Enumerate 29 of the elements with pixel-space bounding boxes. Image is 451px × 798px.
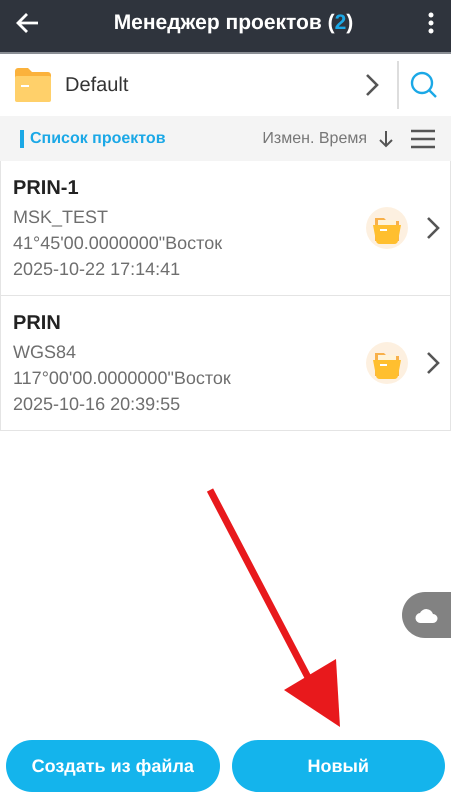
folder-icon [15,68,51,102]
chevron-icon[interactable] [426,351,440,375]
folder-icon [366,342,408,384]
menu-button[interactable] [411,128,435,148]
folder-icon [366,207,408,249]
list-title: Список проектов [20,130,262,148]
coordinate-system: WGS84 [13,342,78,362]
search-button[interactable] [409,70,439,100]
central-meridian: 117°00'00.0000000"Восток [13,368,232,388]
more-button[interactable] [427,11,435,35]
project-name: PRIN [13,312,62,334]
sort-label[interactable]: Измен. Время [262,130,367,148]
central-meridian: 41°45'00.0000000"Восток [13,232,224,254]
cloud-button[interactable] [402,592,451,638]
sort-direction-button[interactable] [379,130,393,148]
project-item[interactable]: PRIN-1 MSK_TEST 41°45'00.0000000"Восток 2025-10-22 17:14:41 [1,161,450,296]
cloud-icon [414,606,438,624]
back-button[interactable] [16,12,40,34]
window-title: Менеджер проектов (2) [112,11,354,35]
action-button[interactable]: Создать из файла [6,740,220,792]
folder-name: Default [65,74,130,96]
chevron-icon[interactable] [426,216,440,240]
chevron-icon[interactable] [365,73,379,97]
project-name: PRIN-1 [13,176,80,200]
coordinate-system: MSK_TEST [13,206,110,228]
action-button[interactable]: Новый [232,740,445,792]
modified-time: 2025-10-22 17:14:41 [13,258,182,280]
project-item[interactable]: PRIN WGS84 117°00'00.0000000"Восток 2025-10-16 20:39:55 [1,296,450,431]
modified-time: 2025-10-16 20:39:55 [13,394,182,414]
